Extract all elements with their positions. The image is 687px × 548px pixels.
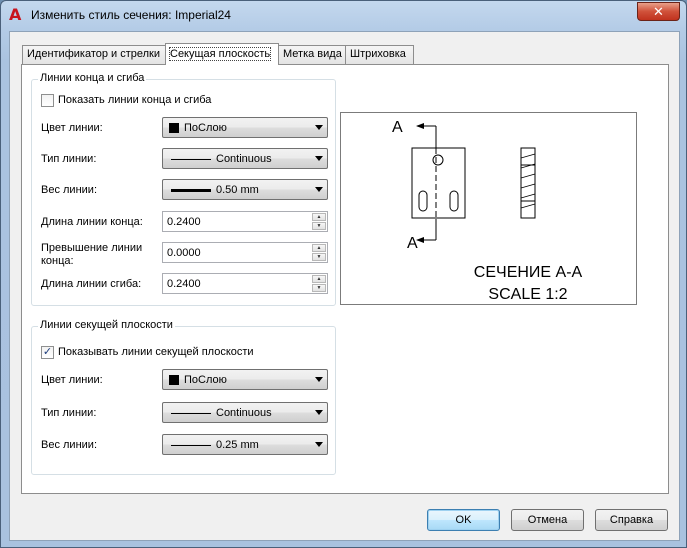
caption-line1: СЕЧЕНИЕ А-А — [474, 264, 583, 281]
group-title: Линии конца и сгиба — [38, 72, 147, 84]
title-bar[interactable]: A Изменить стиль сечения: Imperial24 ✕ — [1, 1, 686, 29]
dialog-client: Идентификатор и стрелки Секущая плоскост… — [9, 31, 680, 541]
part-outline — [411, 147, 466, 219]
chevron-down-icon — [315, 442, 323, 447]
checkbox-box[interactable] — [41, 94, 54, 107]
chevron-down-icon — [315, 125, 323, 130]
tab-cutting-plane[interactable]: Секущая плоскость — [165, 43, 279, 65]
plane-line-type-dropdown[interactable]: Continuous — [162, 402, 328, 423]
hatch-line — [520, 183, 536, 189]
group-end-bend-lines: Линии конца и сгиба Показать линии конца… — [31, 72, 336, 306]
help-button[interactable]: Справка — [595, 509, 668, 531]
hatch-line — [520, 173, 536, 179]
hatch-line — [520, 193, 536, 199]
close-button[interactable]: ✕ — [637, 2, 680, 21]
overshoot-spinner[interactable]: 0.0000 ▲ ▼ — [162, 242, 328, 263]
line-weight-label: Вес линии: — [41, 184, 97, 196]
combo-value: ПоСлою — [184, 374, 227, 386]
plane-line-color-dropdown[interactable]: ПоСлою — [162, 369, 328, 390]
spinner-value[interactable]: 0.2400 — [167, 278, 201, 290]
chevron-down-icon — [315, 377, 323, 382]
caption-line2: SCALE 1:2 — [488, 286, 567, 303]
bend-length-label: Длина линии сгиба: — [41, 278, 142, 290]
checkbox-label: Показать линии конца и сгиба — [58, 94, 212, 106]
combo-value: ПоСлою — [184, 122, 227, 134]
chevron-down-icon — [315, 187, 323, 192]
overshoot-label-line1: Превышение линии — [41, 242, 143, 254]
color-swatch-icon — [169, 375, 179, 385]
spin-down-icon[interactable]: ▼ — [312, 284, 326, 292]
spin-down-icon[interactable]: ▼ — [312, 222, 326, 230]
spin-up-icon[interactable]: ▲ — [312, 213, 326, 221]
section-preview: A A СЕЧЕНИЕ А-А SCALE 1:2 — [340, 112, 637, 305]
combo-value: 0.50 mm — [216, 184, 259, 196]
tab-label: Метка вида — [283, 48, 342, 60]
line-sample-icon — [171, 159, 211, 160]
combo-value: Continuous — [216, 153, 272, 165]
dialog-window: A Изменить стиль сечения: Imperial24 ✕ И… — [0, 0, 687, 548]
tab-view-label[interactable]: Метка вида — [278, 45, 346, 64]
plane-line-weight-label: Вес линии: — [41, 439, 97, 451]
tab-label: Идентификатор и стрелки — [27, 48, 161, 60]
plane-line-weight-dropdown[interactable]: 0.25 mm — [162, 434, 328, 455]
spinner-value[interactable]: 0.0000 — [167, 247, 201, 259]
part-slot-right — [449, 190, 459, 212]
overshoot-label-line2: конца: — [41, 255, 74, 267]
plane-line-type-label: Тип линии: — [41, 407, 97, 419]
bend-length-spinner[interactable]: 0.2400 ▲ ▼ — [162, 273, 328, 294]
tab-label: Штриховка — [350, 48, 406, 60]
line-weight-sample-icon — [171, 189, 211, 192]
combo-value: 0.25 mm — [216, 439, 259, 451]
autocad-logo-icon: A — [9, 5, 22, 24]
ok-button[interactable]: OK — [427, 509, 500, 531]
window-title: Изменить стиль сечения: Imperial24 — [31, 8, 231, 22]
cancel-button[interactable]: Отмена — [511, 509, 584, 531]
color-swatch-icon — [169, 123, 179, 133]
plane-line-color-label: Цвет линии: — [41, 374, 103, 386]
line-weight-sample-icon — [171, 445, 211, 446]
marker-bottom: A — [407, 235, 418, 252]
end-length-label: Длина линии конца: — [41, 216, 143, 228]
end-length-spinner[interactable]: 0.2400 ▲ ▼ — [162, 211, 328, 232]
group-cutting-plane-lines: Линии секущей плоскости ✓ Показывать лин… — [31, 319, 336, 475]
tab-hatch[interactable]: Штриховка — [345, 45, 414, 64]
combo-value: Continuous — [216, 407, 272, 419]
chevron-down-icon — [315, 156, 323, 161]
line-type-dropdown[interactable]: Continuous — [162, 148, 328, 169]
line-color-label: Цвет линии: — [41, 122, 103, 134]
spin-up-icon[interactable]: ▲ — [312, 244, 326, 252]
line-sample-icon — [171, 413, 211, 414]
arrow-head-top-icon — [416, 123, 424, 129]
hatch-line — [520, 203, 536, 209]
tab-panel-cutting-plane: Линии конца и сгиба Показать линии конца… — [21, 64, 669, 494]
line-color-dropdown[interactable]: ПоСлою — [162, 117, 328, 138]
checkbox-box[interactable]: ✓ — [41, 346, 54, 359]
group-title: Линии секущей плоскости — [38, 319, 175, 331]
line-weight-dropdown[interactable]: 0.50 mm — [162, 179, 328, 200]
line-type-label: Тип линии: — [41, 153, 97, 165]
spin-up-icon[interactable]: ▲ — [312, 275, 326, 283]
hatch-line — [520, 153, 536, 159]
section-drawing: A A СЕЧЕНИЕ А-А SCALE 1:2 — [392, 119, 583, 303]
part-slot-left — [418, 190, 428, 212]
tab-label: Секущая плоскость — [168, 47, 272, 61]
part-hole — [432, 154, 444, 166]
spinner-value[interactable]: 0.2400 — [167, 216, 201, 228]
marker-top: A — [392, 119, 403, 136]
checkbox-label: Показывать линии секущей плоскости — [58, 346, 254, 358]
tab-identifier-arrows[interactable]: Идентификатор и стрелки — [22, 45, 166, 64]
spin-down-icon[interactable]: ▼ — [312, 253, 326, 261]
chevron-down-icon — [315, 410, 323, 415]
